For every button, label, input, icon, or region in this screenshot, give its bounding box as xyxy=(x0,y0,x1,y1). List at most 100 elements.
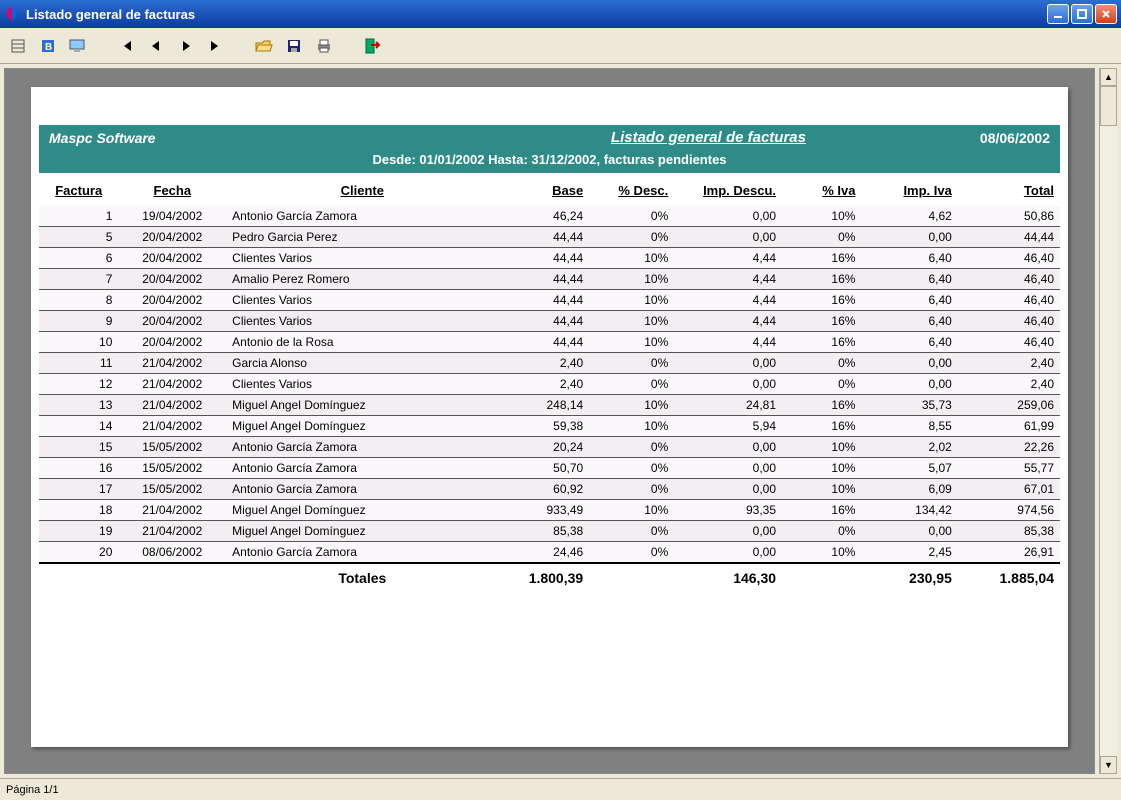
scroll-thumb[interactable] xyxy=(1100,86,1117,126)
cell-idesc: 4,44 xyxy=(674,332,782,353)
cell-pdesc: 0% xyxy=(589,521,674,542)
cell-cliente: Antonio García Zamora xyxy=(226,458,498,479)
table-row: 1121/04/2002Garcia Alonso2,400%0,000%0,0… xyxy=(39,353,1060,374)
app-icon xyxy=(4,6,20,22)
maximize-button[interactable] xyxy=(1071,4,1093,24)
cell-fecha: 21/04/2002 xyxy=(118,353,226,374)
cell-iiva: 6,09 xyxy=(861,479,957,500)
table-row: 1421/04/2002Miguel Angel Domínguez59,381… xyxy=(39,416,1060,437)
cell-pdesc: 0% xyxy=(589,374,674,395)
svg-text:B: B xyxy=(45,42,52,53)
cell-idesc: 0,00 xyxy=(674,206,782,227)
report-range: Desde: 01/01/2002 Hasta: 31/12/2002, fac… xyxy=(49,148,1050,173)
cell-iiva: 6,40 xyxy=(861,332,957,353)
cell-total: 50,86 xyxy=(958,206,1060,227)
cell-pdesc: 10% xyxy=(589,269,674,290)
save-icon[interactable] xyxy=(282,34,306,58)
open-icon[interactable] xyxy=(252,34,276,58)
cell-iiva: 0,00 xyxy=(861,353,957,374)
next-page-icon[interactable] xyxy=(174,34,198,58)
cell-pdesc: 10% xyxy=(589,332,674,353)
cell-base: 933,49 xyxy=(498,500,589,521)
cell-piva: 16% xyxy=(782,248,861,269)
scroll-up-icon[interactable]: ▲ xyxy=(1100,68,1117,86)
cell-factura: 10 xyxy=(39,332,118,353)
page-indicator: Página 1/1 xyxy=(6,784,59,796)
table-row: 1615/05/2002Antonio García Zamora50,700%… xyxy=(39,458,1060,479)
cell-iiva: 35,73 xyxy=(861,395,957,416)
minimize-button[interactable] xyxy=(1047,4,1069,24)
totals-total: 1.885,04 xyxy=(958,563,1060,589)
cell-piva: 0% xyxy=(782,353,861,374)
cell-pdesc: 10% xyxy=(589,248,674,269)
cell-piva: 0% xyxy=(782,227,861,248)
table-row: 820/04/2002Clientes Varios44,4410%4,4416… xyxy=(39,290,1060,311)
table-row: 1921/04/2002Miguel Angel Domínguez85,380… xyxy=(39,521,1060,542)
cell-cliente: Garcia Alonso xyxy=(226,353,498,374)
cell-factura: 18 xyxy=(39,500,118,521)
col-idesc: Imp. Descu. xyxy=(674,179,782,206)
cell-fecha: 21/04/2002 xyxy=(118,374,226,395)
table-row: 520/04/2002Pedro Garcia Perez44,440%0,00… xyxy=(39,227,1060,248)
table-row: 720/04/2002Amalio Perez Romero44,4410%4,… xyxy=(39,269,1060,290)
cell-total: 61,99 xyxy=(958,416,1060,437)
col-fecha: Fecha xyxy=(118,179,226,206)
cell-factura: 15 xyxy=(39,437,118,458)
first-page-icon[interactable] xyxy=(114,34,138,58)
cell-fecha: 15/05/2002 xyxy=(118,437,226,458)
vertical-scrollbar[interactable]: ▲ ▼ xyxy=(1099,68,1117,774)
report-title: Listado general de facturas xyxy=(449,129,968,146)
cell-piva: 0% xyxy=(782,374,861,395)
cell-total: 259,06 xyxy=(958,395,1060,416)
cell-cliente: Amalio Perez Romero xyxy=(226,269,498,290)
close-button[interactable] xyxy=(1095,4,1117,24)
view-display-icon[interactable] xyxy=(66,34,90,58)
table-row: 1821/04/2002Miguel Angel Domínguez933,49… xyxy=(39,500,1060,521)
cell-base: 44,44 xyxy=(498,248,589,269)
cell-base: 44,44 xyxy=(498,332,589,353)
scroll-down-icon[interactable]: ▼ xyxy=(1100,756,1117,774)
cell-idesc: 4,44 xyxy=(674,311,782,332)
cell-piva: 16% xyxy=(782,311,861,332)
cell-total: 67,01 xyxy=(958,479,1060,500)
cell-pdesc: 0% xyxy=(589,227,674,248)
exit-icon[interactable] xyxy=(360,34,384,58)
cell-pdesc: 10% xyxy=(589,290,674,311)
cell-iiva: 134,42 xyxy=(861,500,957,521)
cell-idesc: 0,00 xyxy=(674,521,782,542)
last-page-icon[interactable] xyxy=(204,34,228,58)
scroll-track[interactable] xyxy=(1100,86,1117,756)
cell-factura: 14 xyxy=(39,416,118,437)
cell-idesc: 0,00 xyxy=(674,479,782,500)
print-icon[interactable] xyxy=(312,34,336,58)
cell-fecha: 15/05/2002 xyxy=(118,458,226,479)
cell-pdesc: 0% xyxy=(589,542,674,564)
cell-base: 50,70 xyxy=(498,458,589,479)
view-list-icon[interactable] xyxy=(6,34,30,58)
prev-page-icon[interactable] xyxy=(144,34,168,58)
cell-fecha: 20/04/2002 xyxy=(118,227,226,248)
toolbar: B xyxy=(0,28,1121,64)
cell-iiva: 2,02 xyxy=(861,437,957,458)
cell-factura: 19 xyxy=(39,521,118,542)
cell-piva: 16% xyxy=(782,395,861,416)
col-cliente: Cliente xyxy=(226,179,498,206)
table-row: 1020/04/2002Antonio de la Rosa44,4410%4,… xyxy=(39,332,1060,353)
cell-iiva: 0,00 xyxy=(861,374,957,395)
cell-fecha: 08/06/2002 xyxy=(118,542,226,564)
table-row: 2008/06/2002Antonio García Zamora24,460%… xyxy=(39,542,1060,564)
cell-idesc: 4,44 xyxy=(674,269,782,290)
cell-idesc: 5,94 xyxy=(674,416,782,437)
totals-row: Totales1.800,39146,30230,951.885,04 xyxy=(39,563,1060,589)
cell-iiva: 8,55 xyxy=(861,416,957,437)
totals-base: 1.800,39 xyxy=(498,563,589,589)
view-grid-icon[interactable]: B xyxy=(36,34,60,58)
cell-piva: 16% xyxy=(782,332,861,353)
report-brand: Maspc Software xyxy=(49,130,449,146)
cell-total: 2,40 xyxy=(958,374,1060,395)
col-total: Total xyxy=(958,179,1060,206)
cell-total: 46,40 xyxy=(958,311,1060,332)
cell-idesc: 0,00 xyxy=(674,458,782,479)
cell-base: 44,44 xyxy=(498,227,589,248)
cell-factura: 20 xyxy=(39,542,118,564)
